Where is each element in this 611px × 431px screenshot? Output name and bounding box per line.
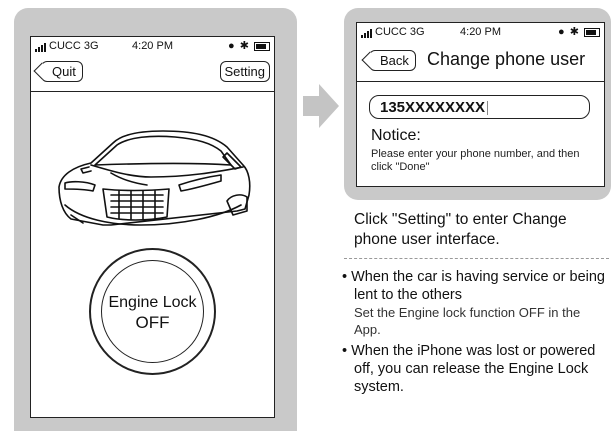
bullet-lead: When the iPhone was lost or powered off,… [351,343,596,395]
quit-button[interactable]: Quit [41,61,83,82]
engine-lock-button[interactable]: Engine Lock OFF [89,248,216,375]
bluetooth-icon: ✱ [239,40,250,52]
back-button[interactable]: Back [369,50,416,71]
text-caret [487,101,489,116]
arrow-icon [303,84,339,128]
moon-icon: ● [558,26,566,38]
phone-number-value: 135XXXXXXXX [380,99,486,116]
engine-lock-state: OFF [135,313,170,332]
back-label: Back [380,53,409,68]
bluetooth-icon: ✱ [569,26,580,38]
bullet-item: • When the iPhone was lost or powered of… [342,343,596,395]
battery-icon [584,27,600,37]
notice-title: Notice: [371,127,421,144]
instruction-text: Click "Setting" to enter Change phone us… [354,211,567,248]
car-illustration [58,130,251,226]
moon-icon: ● [228,40,236,52]
engine-lock-label: Engine Lock [108,294,197,311]
left-nav-bar: Quit Setting [31,55,274,92]
bullet-sub: Set the Engine lock function OFF in the … [354,305,581,337]
status-bar: CUCC 3G 4:20 PM ● ✱ [357,23,604,39]
notice-body: Please enter your phone number, and then… [371,148,580,173]
bullet-lead: When the car is having service or being … [351,269,605,303]
nav-divider [357,81,604,82]
quit-label: Quit [52,64,76,79]
phone-number-field[interactable]: 135XXXXXXXX [369,95,590,119]
battery-icon [254,41,270,51]
setting-button[interactable]: Setting [219,61,270,82]
setting-label: Setting [224,64,265,79]
status-bar: CUCC 3G 4:20 PM ● ✱ [31,37,274,55]
page-title: Change phone user [427,49,586,69]
left-phone-screen: CUCC 3G 4:20 PM ● ✱ Quit Setting Engine … [30,36,275,418]
bullet-item: • When the car is having service or bein… [342,268,608,338]
divider [344,258,609,259]
right-phone-screen: CUCC 3G 4:20 PM ● ✱ Back Change phone us… [356,22,605,187]
